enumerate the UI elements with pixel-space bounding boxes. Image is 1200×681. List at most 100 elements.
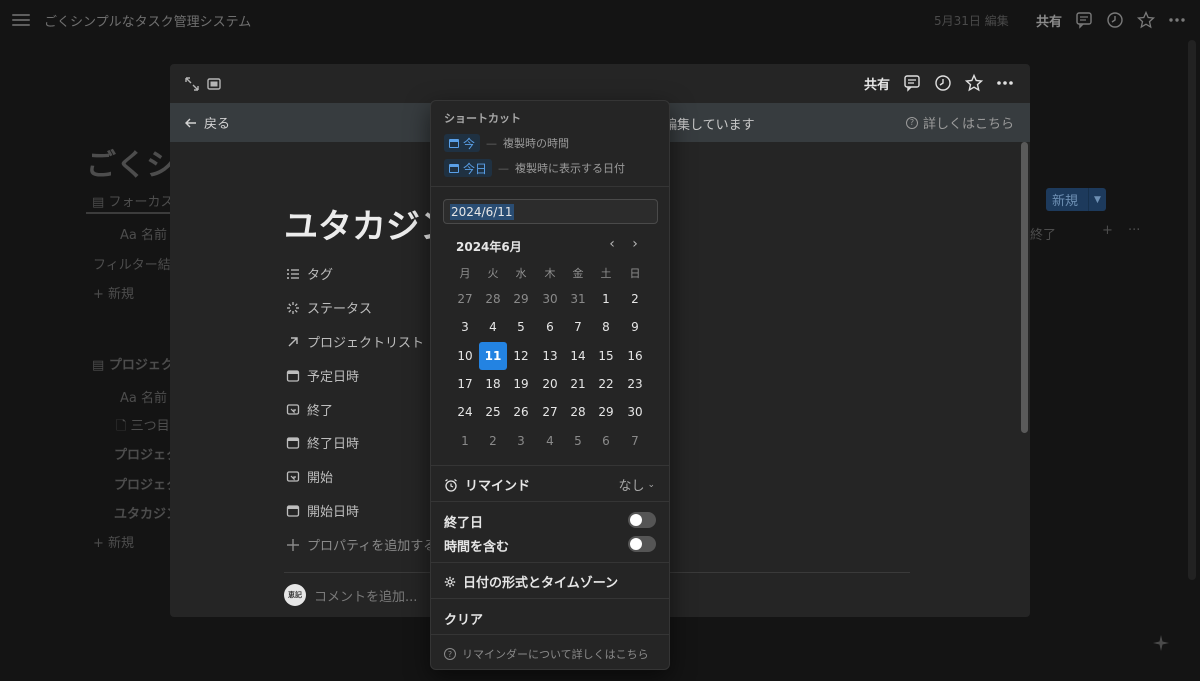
chevron-left-icon[interactable]: ‹ (604, 236, 620, 252)
bg-section-project[interactable]: ▤ プロジェク (92, 354, 174, 373)
star-icon[interactable] (964, 73, 984, 93)
calendar-day[interactable]: 17 (451, 370, 479, 398)
calendar-day[interactable]: 15 (592, 342, 620, 370)
app-title[interactable]: ごくシンプルなタスク管理システム (44, 11, 251, 30)
date-format-timezone-button[interactable]: 日付の形式とタイムゾーン (444, 572, 618, 591)
calendar-day[interactable]: 3 (507, 427, 535, 455)
bg-scrollbar[interactable] (1188, 40, 1196, 580)
calendar-day[interactable]: 29 (592, 398, 620, 426)
calendar-day[interactable]: 13 (536, 342, 564, 370)
calendar-day[interactable]: 30 (621, 398, 649, 426)
calendar-day[interactable]: 6 (536, 313, 564, 341)
modal-scrollbar[interactable] (1021, 142, 1028, 433)
calendar-day[interactable]: 7 (564, 313, 592, 341)
ai-sparkle-icon[interactable] (1152, 634, 1170, 652)
calendar-day[interactable]: 9 (621, 313, 649, 341)
shortcut-today[interactable]: 今日 — 複製時に表示する日付 (444, 159, 625, 177)
calendar-day[interactable]: 5 (564, 427, 592, 455)
property-start-datetime[interactable]: 開始日時 (286, 501, 359, 520)
more-icon[interactable] (995, 73, 1015, 93)
calendar-day[interactable]: 29 (507, 285, 535, 313)
property-end-datetime[interactable]: 終了日時 (286, 433, 359, 452)
calendar-day[interactable]: 22 (592, 370, 620, 398)
shortcut-now[interactable]: 今 — 複製時の時間 (444, 134, 569, 152)
calendar-icon (449, 138, 459, 148)
share-button[interactable]: 共有 (1036, 11, 1062, 30)
calendar-day[interactable]: 23 (621, 370, 649, 398)
calendar-day[interactable]: 7 (621, 427, 649, 455)
calendar-day[interactable]: 25 (479, 398, 507, 426)
history-icon[interactable] (1105, 10, 1125, 30)
modal-share-button[interactable]: 共有 (864, 74, 890, 93)
property-tags[interactable]: タグ (286, 264, 333, 283)
calendar-day[interactable]: 1 (451, 427, 479, 455)
bg-tab-underline (86, 212, 176, 214)
bg-tab-focus[interactable]: ▤ フォーカス (92, 191, 173, 210)
bg-add-col-icon[interactable]: + (1102, 223, 1113, 238)
calendar-day[interactable]: 8 (592, 313, 620, 341)
calendar-day[interactable]: 4 (479, 313, 507, 341)
remind-select[interactable]: なし ⌄ (618, 475, 655, 494)
shortcut-chip[interactable]: 今日 (444, 159, 493, 177)
calendar-day[interactable]: 10 (451, 342, 479, 370)
calendar-day[interactable]: 5 (507, 313, 535, 341)
toggle-knob (630, 538, 642, 550)
divider (431, 186, 669, 187)
peek-mode-icon[interactable] (204, 74, 224, 94)
bg-new-button[interactable]: 新規 ▼ (1046, 188, 1106, 211)
end-date-toggle[interactable] (628, 512, 656, 528)
comment-icon[interactable] (1074, 10, 1094, 30)
calendar-day[interactable]: 1 (592, 285, 620, 313)
calendar-day[interactable]: 6 (592, 427, 620, 455)
property-start[interactable]: 開始 (286, 467, 333, 486)
calendar-day[interactable]: 3 (451, 313, 479, 341)
table-icon: ▤ (92, 195, 105, 210)
bg-more-icon[interactable]: ··· (1128, 223, 1140, 238)
comment-composer[interactable]: 恵記 コメントを追加... (284, 584, 417, 606)
menu-icon[interactable] (12, 11, 30, 27)
include-time-toggle[interactable] (628, 536, 656, 552)
reminder-help-link[interactable]: ? リマインダーについて詳しくはこちら (444, 646, 649, 662)
calendar-day[interactable]: 27 (536, 398, 564, 426)
date-input[interactable]: 2024/6/11 (443, 199, 658, 224)
learn-more-link[interactable]: ? 詳しくはこちら (905, 113, 1014, 132)
calendar-day[interactable]: 18 (479, 370, 507, 398)
calendar-day[interactable]: 27 (451, 285, 479, 313)
calendar-day[interactable]: 12 (507, 342, 535, 370)
property-end[interactable]: 終了 (286, 400, 333, 419)
bg-new-row[interactable]: + 新規 (93, 283, 134, 302)
page-title[interactable]: ユタカジン (284, 199, 454, 248)
expand-icon[interactable] (182, 74, 202, 94)
calendar-day[interactable]: 30 (536, 285, 564, 313)
bg-new-row2[interactable]: + 新規 (93, 532, 134, 551)
calendar-day[interactable]: 14 (564, 342, 592, 370)
calendar-day[interactable]: 24 (451, 398, 479, 426)
calendar-day[interactable]: 2 (479, 427, 507, 455)
calendar-day[interactable]: 4 (536, 427, 564, 455)
property-project-list[interactable]: プロジェクトリスト (286, 332, 424, 351)
calendar-day[interactable]: 21 (564, 370, 592, 398)
bg-item-1[interactable]: 🗋 三つ目 (116, 415, 170, 439)
calendar-day[interactable]: 16 (621, 342, 649, 370)
history-icon[interactable] (933, 73, 953, 93)
shortcut-chip[interactable]: 今 (444, 134, 481, 152)
chevron-right-icon[interactable]: › (627, 236, 643, 252)
add-property-button[interactable]: プロパティを追加する (286, 535, 436, 554)
star-icon[interactable] (1136, 10, 1156, 30)
calendar-day[interactable]: 28 (564, 398, 592, 426)
calendar-day-selected[interactable]: 11 (479, 342, 507, 370)
calendar-day[interactable]: 19 (507, 370, 535, 398)
property-scheduled-datetime[interactable]: 予定日時 (286, 366, 359, 385)
calendar-day[interactable]: 28 (479, 285, 507, 313)
calendar-day[interactable]: 2 (621, 285, 649, 313)
back-button[interactable]: 戻る (184, 113, 230, 132)
remind-row[interactable]: リマインド (444, 475, 530, 494)
chevron-down-icon[interactable]: ▼ (1088, 188, 1106, 211)
comment-icon[interactable] (902, 73, 922, 93)
calendar-day[interactable]: 31 (564, 285, 592, 313)
calendar-day[interactable]: 26 (507, 398, 535, 426)
clear-button[interactable]: クリア (444, 609, 483, 628)
property-status[interactable]: ステータス (286, 298, 372, 317)
calendar-day[interactable]: 20 (536, 370, 564, 398)
more-icon[interactable] (1167, 10, 1187, 30)
